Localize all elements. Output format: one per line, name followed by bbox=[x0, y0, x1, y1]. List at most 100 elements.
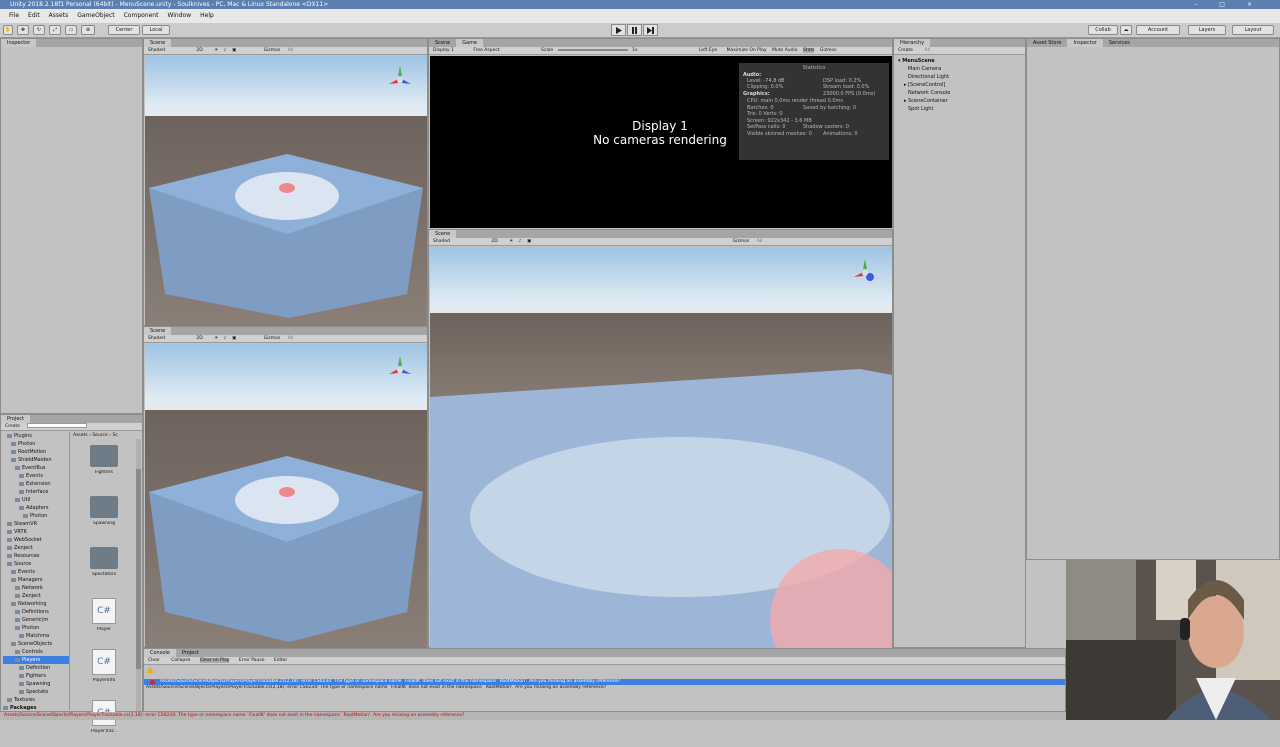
hierarchy-item[interactable]: Spot Light bbox=[898, 105, 950, 113]
tab-hierarchy[interactable]: Hierarchy bbox=[894, 39, 931, 47]
tab-console[interactable]: Console bbox=[144, 649, 176, 657]
project-tree-folder[interactable]: VRTK bbox=[3, 528, 69, 536]
project-tree-folder[interactable]: Interface bbox=[3, 488, 69, 496]
project-tree-folder[interactable]: RootMotion bbox=[3, 448, 69, 456]
game-viewport[interactable]: Display 1 No cameras rendering Statistic… bbox=[430, 56, 892, 228]
scale-tool-icon[interactable]: ⤢ bbox=[49, 25, 61, 35]
audio-icon[interactable]: ♪ bbox=[224, 336, 227, 341]
project-asset-item[interactable]: Spectators bbox=[73, 547, 135, 594]
project-tree-folder[interactable]: Spectato bbox=[3, 688, 69, 696]
rect-tool-icon[interactable]: ▭ bbox=[65, 25, 77, 35]
tab-scene-game[interactable]: Scene bbox=[429, 39, 456, 47]
project-tree-folder[interactable]: EventBus bbox=[3, 464, 69, 472]
tab-scene-2[interactable]: Scene bbox=[144, 327, 172, 335]
tab-services[interactable]: Services bbox=[1103, 39, 1136, 47]
window-controls[interactable]: –□× bbox=[1194, 0, 1274, 9]
account-dropdown[interactable]: Account bbox=[1136, 25, 1180, 35]
hierarchy-item[interactable]: Directional Light bbox=[898, 73, 950, 81]
hierarchy-item[interactable]: Network Console bbox=[898, 89, 950, 97]
project-tree-folder[interactable]: Textures bbox=[3, 696, 69, 704]
2d-toggle[interactable]: 2D bbox=[196, 48, 202, 53]
hierarchy-item[interactable]: ▸ SceneContainer bbox=[898, 97, 950, 105]
effects-icon[interactable]: ▣ bbox=[232, 336, 236, 341]
console-editor-dropdown[interactable]: Editor bbox=[274, 658, 287, 663]
mute-audio-toggle[interactable]: Mute Audio bbox=[772, 48, 798, 53]
step-button[interactable] bbox=[643, 24, 658, 36]
project-tree-folder[interactable]: Players bbox=[3, 656, 69, 664]
shading-dropdown[interactable]: Shaded bbox=[148, 48, 165, 53]
project-tree-folder[interactable]: Networking bbox=[3, 600, 69, 608]
scene-search-large[interactable]: All bbox=[757, 239, 763, 244]
menu-file[interactable]: File bbox=[9, 12, 19, 19]
hierarchy-item[interactable]: Main Camera bbox=[898, 65, 950, 73]
project-asset-item[interactable]: C#PlayerTrac.. bbox=[73, 700, 135, 747]
hierarchy-create-dropdown[interactable]: Create bbox=[898, 48, 913, 53]
console-log-row[interactable]: Assets/Source/SceneObjects/Players/Playe… bbox=[144, 685, 1065, 691]
tab-scene-large[interactable]: Scene bbox=[429, 230, 457, 238]
aspect-dropdown[interactable]: Free Aspect bbox=[473, 48, 499, 53]
project-tree-folder[interactable]: Photon bbox=[3, 512, 69, 520]
tab-project[interactable]: Project bbox=[1, 415, 31, 423]
tab-inspector[interactable]: Inspector bbox=[1, 39, 37, 47]
gizmos-dropdown-large[interactable]: Gizmos bbox=[733, 239, 750, 244]
hierarchy-scene-root[interactable]: ▾ MenuScene bbox=[898, 57, 950, 65]
lighting-icon[interactable]: ☀ bbox=[214, 48, 218, 53]
project-tree-folder[interactable]: SceneObjects bbox=[3, 640, 69, 648]
project-tree-folder[interactable]: Matchma bbox=[3, 632, 69, 640]
project-tree-folder[interactable]: Definition bbox=[3, 664, 69, 672]
project-tree-folder[interactable]: Util bbox=[3, 496, 69, 504]
pivot-local-button[interactable]: Local bbox=[142, 25, 170, 35]
menu-assets[interactable]: Assets bbox=[49, 12, 69, 19]
hierarchy-item[interactable]: ▸ [SceneControl] bbox=[898, 81, 950, 89]
tab-project-2[interactable]: Project bbox=[176, 649, 205, 657]
pivot-center-button[interactable]: Center bbox=[108, 25, 140, 35]
console-collapse-button[interactable]: Collapse bbox=[171, 658, 190, 663]
project-tree-folder[interactable]: Source bbox=[3, 560, 69, 568]
project-tree-folder[interactable]: Extension bbox=[3, 480, 69, 488]
scene-viewport-large[interactable] bbox=[430, 247, 892, 648]
cloud-icon[interactable]: ☁ bbox=[1120, 25, 1132, 35]
project-tree-folder[interactable]: ShieldMaiden bbox=[3, 456, 69, 464]
project-tree-folder[interactable]: Network bbox=[3, 584, 69, 592]
console-clear-on-play-button[interactable]: Clear on Play bbox=[199, 658, 230, 663]
stats-toggle[interactable]: Stats bbox=[802, 48, 815, 53]
menu-component[interactable]: Component bbox=[124, 12, 159, 19]
scene-search[interactable]: All bbox=[288, 48, 294, 53]
hand-tool-icon[interactable]: ✋ bbox=[3, 25, 13, 35]
display-dropdown[interactable]: Display 1 bbox=[433, 48, 454, 53]
scale-slider[interactable] bbox=[557, 48, 628, 51]
effects-icon[interactable]: ▣ bbox=[527, 239, 531, 244]
shading-dropdown-2[interactable]: Shaded bbox=[148, 336, 165, 341]
gizmos-dropdown[interactable]: Gizmos bbox=[264, 48, 281, 53]
console-clear-button[interactable]: Clear bbox=[148, 658, 160, 663]
2d-toggle-2[interactable]: 2D bbox=[196, 336, 202, 341]
scene-viewport-2[interactable] bbox=[145, 344, 427, 648]
project-asset-item[interactable]: C# PlayerInfo bbox=[73, 649, 135, 696]
project-tree-folder[interactable]: WebSocket bbox=[3, 536, 69, 544]
lighting-icon[interactable]: ☀ bbox=[509, 239, 513, 244]
project-tree-folder[interactable]: Photon bbox=[3, 624, 69, 632]
project-tree-folder[interactable]: Adapters bbox=[3, 504, 69, 512]
eye-dropdown[interactable]: Left Eye bbox=[699, 48, 717, 53]
rotate-tool-icon[interactable]: ↻ bbox=[33, 25, 45, 35]
menu-window[interactable]: Window bbox=[167, 12, 191, 19]
project-tree-folder[interactable]: Packages bbox=[3, 704, 69, 710]
project-search-input[interactable] bbox=[27, 423, 88, 428]
project-tree-folder[interactable]: Fighters bbox=[3, 672, 69, 680]
pause-button[interactable] bbox=[627, 24, 642, 36]
project-asset-item[interactable]: Fighters bbox=[73, 445, 135, 492]
project-asset-item[interactable]: Spawning bbox=[73, 496, 135, 543]
project-tree-folder[interactable]: Definitions bbox=[3, 608, 69, 616]
project-asset-item[interactable]: C# Player bbox=[73, 598, 135, 645]
menu-gameobject[interactable]: GameObject bbox=[77, 12, 114, 19]
project-tree-folder[interactable]: Events bbox=[3, 472, 69, 480]
shading-dropdown-large[interactable]: Shaded bbox=[433, 239, 450, 244]
layout-dropdown[interactable]: Layout bbox=[1232, 25, 1274, 35]
gizmos-dropdown-2[interactable]: Gizmos bbox=[264, 336, 281, 341]
project-tree-folder[interactable]: Managers bbox=[3, 576, 69, 584]
effects-icon[interactable]: ▣ bbox=[232, 48, 236, 53]
menu-help[interactable]: Help bbox=[200, 12, 214, 19]
project-create-dropdown[interactable]: Create bbox=[5, 424, 20, 429]
menu-edit[interactable]: Edit bbox=[28, 12, 40, 19]
project-tree-folder[interactable]: Zenject bbox=[3, 592, 69, 600]
